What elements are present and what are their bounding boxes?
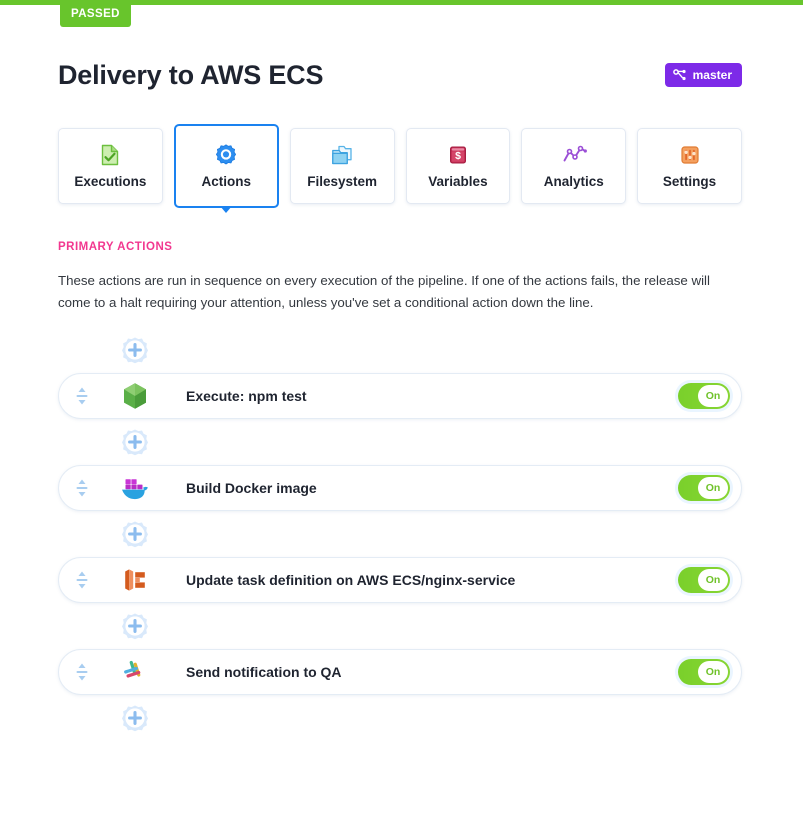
- action-row[interactable]: Build Docker image On: [58, 462, 742, 514]
- action-icon-disc: [115, 376, 155, 416]
- add-action-button[interactable]: [115, 606, 155, 646]
- tab-variables[interactable]: $ Variables: [405, 128, 511, 204]
- tab-label: Actions: [201, 174, 252, 189]
- tab-bar: Executions Actions Filesystem $ Variable…: [58, 124, 742, 218]
- tab-label: Filesystem: [307, 174, 378, 189]
- section-description: These actions are run in sequence on eve…: [58, 273, 710, 310]
- action-icon-node: [109, 554, 161, 606]
- tab-label: Settings: [662, 174, 717, 189]
- git-branch-icon: [672, 68, 687, 82]
- action-label: Build Docker image: [186, 480, 317, 496]
- action-toggle-label: On: [698, 385, 728, 407]
- drag-handle-icon[interactable]: [73, 384, 91, 408]
- add-action-button[interactable]: [115, 330, 155, 370]
- action-label: Update task definition on AWS ECS/nginx-…: [186, 572, 516, 588]
- action-label: Execute: npm test: [186, 388, 307, 404]
- line-chart-icon: [562, 143, 587, 167]
- sliders-icon: [678, 143, 702, 167]
- tab-label: Variables: [428, 174, 488, 189]
- action-toggle-label: On: [698, 477, 728, 499]
- gear-plus-icon: [122, 429, 148, 456]
- svg-text:$: $: [455, 150, 461, 162]
- action-icon-node: [109, 462, 161, 514]
- aws-ecs-icon: [124, 569, 145, 591]
- action-toggle-label: On: [698, 661, 728, 683]
- action-icon-node: [109, 370, 161, 422]
- tab-analytics[interactable]: Analytics: [521, 128, 627, 204]
- actions-list: Execute: npm test On Build Docker image …: [58, 330, 742, 738]
- gear-plus-icon: [122, 521, 148, 548]
- docker-whale-icon: [122, 479, 148, 500]
- gear-plus-icon: [122, 705, 148, 732]
- tab-label: Executions: [74, 174, 147, 189]
- folders-icon: [330, 143, 354, 167]
- action-icon-disc: [115, 652, 155, 692]
- gear-plus-icon: [122, 337, 148, 364]
- selected-tab-caret: [220, 206, 233, 213]
- tab-settings[interactable]: Settings: [637, 128, 742, 204]
- drag-handle-icon[interactable]: [73, 660, 91, 684]
- action-toggle[interactable]: On: [678, 567, 730, 593]
- action-row[interactable]: Send notification to QA On: [58, 646, 742, 698]
- add-action-button[interactable]: [115, 514, 155, 554]
- dollar-box-icon: $: [446, 143, 470, 167]
- section-heading: PRIMARY ACTIONS: [58, 241, 173, 253]
- tab-filesystem[interactable]: Filesystem: [289, 128, 395, 204]
- action-row[interactable]: Update task definition on AWS ECS/nginx-…: [58, 554, 742, 606]
- gear-icon: [214, 143, 238, 167]
- tab-actions[interactable]: Actions: [173, 124, 279, 213]
- status-badge: PASSED: [60, 0, 131, 27]
- nodejs-hexagon-icon: [124, 383, 146, 409]
- add-action-button[interactable]: [115, 422, 155, 462]
- gear-plus-icon: [122, 613, 148, 640]
- tab-label: Analytics: [543, 174, 604, 189]
- action-toggle[interactable]: On: [678, 475, 730, 501]
- action-toggle[interactable]: On: [678, 659, 730, 685]
- branch-badge[interactable]: master: [664, 63, 742, 87]
- pipeline-actions-page: PASSED Delivery to AWS ECS master Execut…: [0, 0, 803, 821]
- action-icon-disc: [115, 560, 155, 600]
- action-toggle-label: On: [698, 569, 728, 591]
- action-label: Send notification to QA: [186, 664, 342, 680]
- branch-badge-label: master: [692, 68, 732, 82]
- action-icon-disc: [115, 468, 155, 508]
- action-icon-node: [109, 646, 161, 698]
- tab-executions[interactable]: Executions: [58, 128, 163, 204]
- title-row: Delivery to AWS ECS master: [58, 55, 742, 95]
- add-action-button[interactable]: [115, 698, 155, 738]
- action-row[interactable]: Execute: npm test On: [58, 370, 742, 422]
- document-check-icon: [98, 143, 122, 167]
- drag-handle-icon[interactable]: [73, 568, 91, 592]
- drag-handle-icon[interactable]: [73, 476, 91, 500]
- action-toggle[interactable]: On: [678, 383, 730, 409]
- slack-icon: [124, 660, 141, 678]
- page-title: Delivery to AWS ECS: [58, 59, 324, 90]
